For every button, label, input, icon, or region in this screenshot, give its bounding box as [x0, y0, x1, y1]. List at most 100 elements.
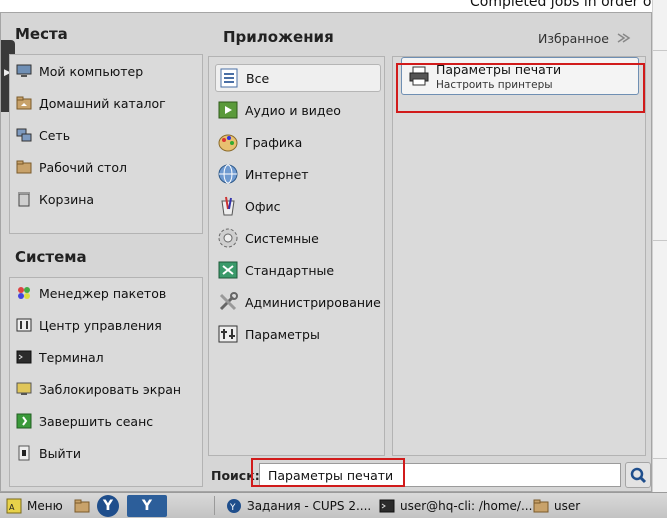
places-item-label: Сеть — [39, 127, 71, 143]
computer-icon — [16, 63, 32, 79]
category-internet[interactable]: Интернет — [215, 160, 381, 188]
system-item-package-manager[interactable]: Менеджер пакетов — [16, 280, 166, 306]
graphics-icon — [217, 131, 239, 153]
search-input[interactable] — [259, 463, 621, 487]
administration-icon — [217, 291, 239, 313]
system-item-logout[interactable]: Завершить сеанс — [16, 408, 153, 434]
app-result-name: Параметры печати — [436, 61, 562, 77]
system-item-terminal[interactable]: Терминал — [16, 344, 104, 370]
categories-panel: Все Аудио и видео Графика Интернет Офис — [208, 56, 385, 456]
background-window-edge — [652, 0, 667, 492]
category-multimedia[interactable]: Аудио и видео — [215, 96, 381, 124]
app-result-description: Настроить принтеры — [436, 78, 553, 91]
category-graphics[interactable]: Графика — [215, 128, 381, 156]
task-label: user — [554, 498, 581, 513]
app-result-print-settings[interactable]: Параметры печати Настроить принтеры — [401, 57, 639, 95]
applications-title: Приложения — [223, 28, 334, 46]
category-label: Аудио и видео — [245, 102, 341, 118]
system-item-label: Заблокировать экран — [39, 381, 182, 397]
category-all[interactable]: Все — [215, 64, 381, 92]
search-label: Поиск: — [211, 468, 260, 483]
category-label: Параметры — [245, 326, 320, 342]
places-panel: Мой компьютер Домашний каталог Сеть Рабо… — [9, 54, 203, 234]
category-label: Стандартные — [245, 262, 335, 278]
task-cups-jobs[interactable]: Y Задания - CUPS 2.... — [226, 493, 371, 518]
folder-icon — [74, 498, 90, 514]
printer-icon — [408, 65, 430, 87]
search-button[interactable] — [625, 462, 651, 488]
start-menu-label: Меню — [27, 498, 63, 513]
system-item-label: Центр управления — [39, 317, 162, 333]
task-file-manager[interactable]: user — [533, 493, 580, 518]
system-item-label: Менеджер пакетов — [39, 285, 167, 301]
places-item-label: Рабочий стол — [39, 159, 127, 175]
terminal-icon — [379, 498, 395, 514]
category-system[interactable]: Системные — [215, 224, 381, 252]
system-icon — [217, 227, 239, 249]
favorites-label: Избранное — [538, 30, 609, 46]
taskbar-separator — [214, 496, 215, 515]
category-label: Интернет — [245, 166, 309, 182]
category-administration[interactable]: Администрирование — [215, 288, 381, 316]
favorites-button[interactable]: Избранное — [538, 30, 631, 46]
places-item-home[interactable]: Домашний каталог — [16, 90, 166, 116]
package-manager-icon — [16, 285, 32, 301]
category-settings[interactable]: Параметры — [215, 320, 381, 348]
category-label: Все — [246, 70, 270, 86]
start-menu-button[interactable]: A Меню — [6, 493, 63, 518]
places-item-label: Корзина — [39, 191, 95, 207]
system-item-label: Завершить сеанс — [39, 413, 154, 429]
home-folder-icon — [16, 95, 32, 111]
internet-icon — [217, 163, 239, 185]
svg-text:A: A — [9, 503, 15, 512]
quit-icon — [16, 445, 32, 461]
category-accessories[interactable]: Стандартные — [215, 256, 381, 284]
search-icon — [630, 467, 647, 484]
system-item-lock-screen[interactable]: Заблокировать экран — [16, 376, 181, 402]
logout-icon — [16, 413, 32, 429]
system-item-quit[interactable]: Выйти — [16, 440, 81, 466]
applications-panel — [392, 56, 646, 456]
yandex-browser-icon: Y — [127, 494, 167, 517]
task-terminal[interactable]: user@hq-cli: /home/... — [379, 493, 532, 518]
places-item-trash[interactable]: Корзина — [16, 186, 94, 212]
system-panel: Менеджер пакетов Центр управления Термин… — [9, 277, 203, 487]
launcher-browser[interactable]: Y — [97, 493, 119, 518]
trash-icon — [16, 191, 32, 207]
category-office[interactable]: Офис — [215, 192, 381, 220]
places-item-network[interactable]: Сеть — [16, 122, 70, 148]
system-item-control-center[interactable]: Центр управления — [16, 312, 162, 338]
office-icon — [217, 195, 239, 217]
background-window-text: Completed jobs in order of — [470, 0, 657, 10]
network-icon — [16, 127, 32, 143]
arrow-right-icon — [615, 30, 631, 46]
places-item-label: Мой компьютер — [39, 63, 144, 79]
places-title: Места — [15, 25, 68, 43]
places-item-desktop[interactable]: Рабочий стол — [16, 154, 127, 180]
category-label: Графика — [245, 134, 303, 150]
category-label: Системные — [245, 230, 319, 246]
category-label: Администрирование — [245, 294, 381, 310]
category-label: Офис — [245, 198, 281, 214]
system-item-label: Терминал — [39, 349, 104, 365]
launcher-file-manager[interactable] — [74, 493, 95, 518]
folder-icon — [533, 498, 549, 514]
control-center-icon — [16, 317, 32, 333]
accessories-icon — [217, 259, 239, 281]
yandex-browser-icon: Y — [97, 494, 119, 517]
start-menu-icon: A — [6, 498, 22, 514]
desktop-icon — [16, 159, 32, 175]
task-label: user@hq-cli: /home/... — [400, 498, 533, 513]
system-title: Система — [15, 248, 87, 266]
settings-icon — [217, 323, 239, 345]
places-item-computer[interactable]: Мой компьютер — [16, 58, 143, 84]
task-label: Задания - CUPS 2.... — [247, 498, 372, 513]
launcher-browser-active[interactable]: Y — [127, 493, 167, 518]
taskbar: A Меню Y Y Y Задания - CUPS 2.... user@h… — [0, 492, 667, 518]
svg-text:Y: Y — [229, 503, 236, 513]
multimedia-icon — [217, 99, 239, 121]
system-item-label: Выйти — [39, 445, 81, 461]
all-apps-icon — [218, 67, 240, 89]
places-item-label: Домашний каталог — [39, 95, 166, 111]
lock-screen-icon — [16, 381, 32, 397]
